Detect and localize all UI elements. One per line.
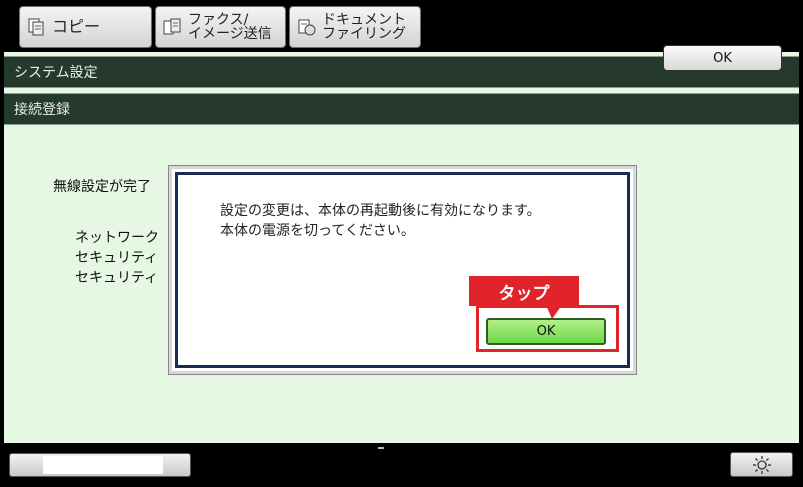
dialog-message: 設定の変更は、本体の再起動後に有効になります。 本体の電源を切ってください。 [220, 201, 541, 241]
tab-document-filing-label: ドキュメント ファイリング [322, 12, 406, 42]
brightness-button[interactable] [730, 452, 793, 477]
tap-callout-pointer [546, 305, 562, 319]
tab-copy[interactable]: コピー [19, 6, 152, 48]
job-status-field [43, 456, 163, 474]
dialog-message-line-2: 本体の電源を切ってください。 [220, 223, 415, 239]
sun-icon [752, 455, 771, 474]
info-line-security-1: セキュリティ [75, 250, 159, 266]
header-ok-button[interactable]: OK [663, 45, 782, 71]
tab-copy-label: コピー [52, 17, 101, 36]
fax-icon [163, 18, 181, 35]
tap-callout: タップ [469, 276, 579, 306]
copy-icon [28, 18, 44, 36]
info-line-security-2: セキュリティ [75, 270, 159, 286]
job-status-bar[interactable] [9, 453, 191, 477]
info-line-network: ネットワーク [75, 230, 159, 246]
dialog-ok-button[interactable]: OK [486, 318, 606, 345]
status-text: 無線設定が完了 [53, 179, 151, 195]
document-filing-icon [298, 19, 316, 36]
section-title: 接続登録 [14, 102, 70, 118]
dialog-message-line-1: 設定の変更は、本体の再起動後に有効になります。 [220, 203, 541, 219]
tab-fax-label: ファクス/ イメージ送信 [188, 12, 272, 42]
tab-fax-image-send[interactable]: ファクス/ イメージ送信 [155, 6, 286, 48]
page-indicator [378, 447, 384, 449]
section-title-bar: 接続登録 [4, 93, 799, 125]
tab-document-filing[interactable]: ドキュメント ファイリング [289, 6, 421, 48]
page-title: システム設定 [14, 65, 98, 81]
